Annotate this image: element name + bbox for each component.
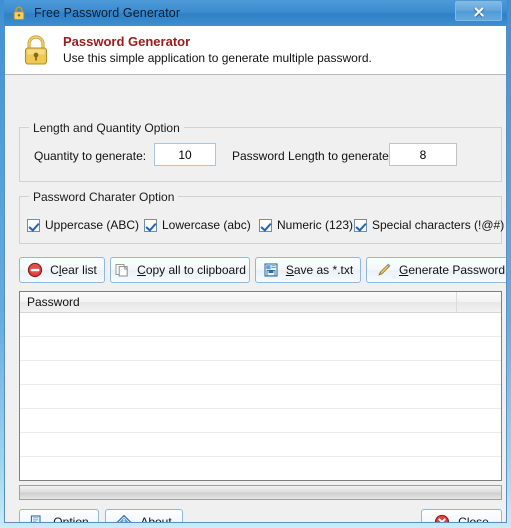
quantity-input[interactable] bbox=[154, 143, 216, 166]
close-label: Close bbox=[458, 514, 489, 523]
close-icon bbox=[473, 6, 484, 17]
option-button[interactable]: Option bbox=[19, 509, 99, 523]
title-bar: Free Password Generator bbox=[4, 0, 507, 26]
checkbox-uppercase[interactable]: Uppercase (ABC) bbox=[27, 218, 139, 232]
password-length-label: Password Length to generate: bbox=[232, 149, 393, 163]
window-title: Free Password Generator bbox=[34, 6, 181, 20]
no-entry-icon bbox=[27, 262, 43, 278]
checkbox-uppercase-label: Uppercase (ABC) bbox=[45, 218, 140, 232]
password-list[interactable]: Password bbox=[19, 291, 502, 481]
list-item[interactable] bbox=[20, 385, 501, 409]
copy-icon bbox=[114, 262, 130, 278]
length-quantity-group: Length and Quantity Option Quantity to g… bbox=[19, 121, 502, 182]
generate-password-button[interactable]: Generate Password bbox=[366, 257, 506, 283]
client-area: Password Generator Use this simple appli… bbox=[4, 26, 507, 523]
about-button[interactable]: About bbox=[105, 509, 183, 523]
checkbox-special-characters[interactable]: Special characters (!@#) bbox=[354, 218, 504, 232]
info-diamond-icon bbox=[116, 514, 132, 522]
clear-list-button[interactable]: Clear list bbox=[19, 257, 105, 283]
window-close-button[interactable] bbox=[455, 1, 502, 21]
checkbox-special-characters-label: Special characters (!@#) bbox=[372, 218, 505, 232]
properties-icon bbox=[29, 514, 45, 522]
checkbox-numeric-label: Numeric (123) bbox=[277, 218, 354, 232]
save-disk-icon bbox=[263, 262, 279, 278]
clear-list-label: Clear list bbox=[50, 263, 97, 277]
banner-subtitle: Use this simple application to generate … bbox=[63, 51, 372, 65]
option-label: Option bbox=[53, 514, 89, 523]
horizontal-scrollbar[interactable] bbox=[19, 485, 502, 500]
list-item[interactable] bbox=[20, 337, 501, 361]
checkbox-lowercase[interactable]: Lowercase (abc) bbox=[144, 218, 251, 232]
save-as-txt-label: Save as *.txt bbox=[285, 263, 354, 277]
column-header-password[interactable]: Password bbox=[27, 292, 457, 312]
checkbox-icon bbox=[27, 218, 40, 232]
generate-password-label: Generate Password bbox=[399, 263, 506, 277]
charset-checkbox-row: Uppercase (ABC) Lowercase (abc) Numeric … bbox=[27, 218, 504, 236]
quantity-label: Quantity to generate: bbox=[34, 149, 147, 163]
list-item[interactable] bbox=[20, 433, 501, 457]
checkbox-icon bbox=[144, 218, 157, 232]
checkbox-lowercase-label: Lowercase (abc) bbox=[162, 218, 251, 232]
padlock-icon bbox=[11, 5, 27, 21]
list-item[interactable] bbox=[20, 313, 501, 337]
about-label: About bbox=[140, 514, 172, 523]
password-list-header: Password bbox=[20, 292, 501, 313]
red-x-circle-icon bbox=[434, 514, 450, 522]
action-toolbar: Clear list Copy all to clipboard Save as… bbox=[19, 257, 506, 283]
checkbox-icon bbox=[354, 218, 367, 232]
pencil-icon bbox=[376, 262, 392, 278]
banner-title: Password Generator bbox=[63, 34, 191, 49]
copy-all-to-clipboard-button[interactable]: Copy all to clipboard bbox=[110, 257, 250, 283]
header-banner: Password Generator Use this simple appli… bbox=[5, 26, 506, 75]
padlock-icon bbox=[19, 32, 53, 68]
list-item[interactable] bbox=[20, 361, 501, 385]
list-item[interactable] bbox=[20, 409, 501, 433]
copy-all-to-clipboard-label: Copy all to clipboard bbox=[137, 263, 246, 277]
password-charset-legend: Password Charater Option bbox=[29, 190, 179, 204]
password-length-input[interactable] bbox=[389, 143, 457, 166]
window-frame: Free Password Generator Password Generat… bbox=[0, 0, 511, 528]
close-button[interactable]: Close bbox=[421, 509, 502, 523]
password-list-rows bbox=[20, 313, 501, 480]
list-item[interactable] bbox=[20, 457, 501, 480]
checkbox-icon bbox=[259, 218, 272, 232]
save-as-txt-button[interactable]: Save as *.txt bbox=[255, 257, 361, 283]
length-quantity-legend: Length and Quantity Option bbox=[29, 121, 184, 135]
checkbox-numeric[interactable]: Numeric (123) bbox=[259, 218, 353, 232]
